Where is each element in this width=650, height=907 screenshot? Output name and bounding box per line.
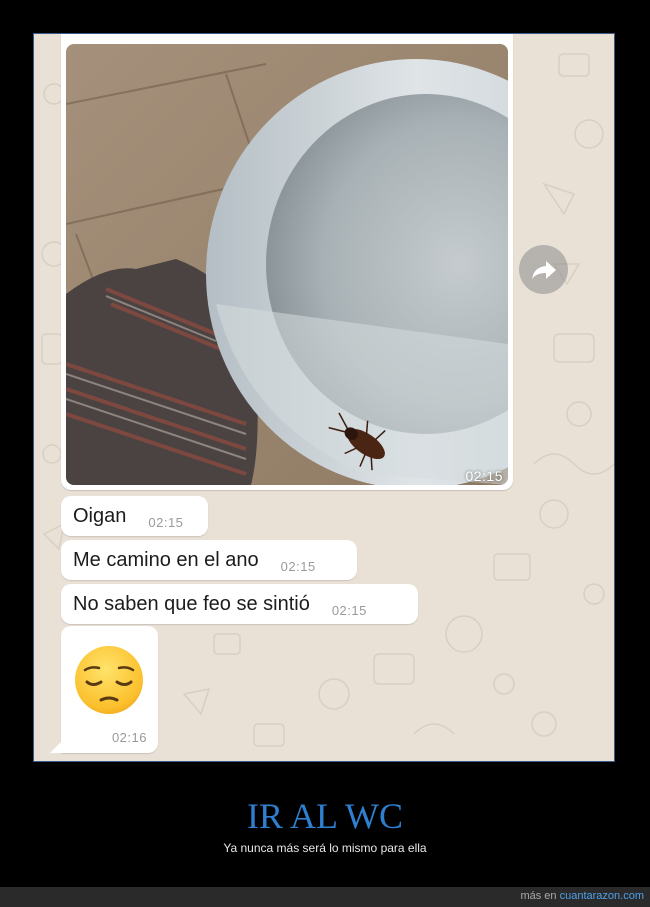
pensive-face-emoji-icon	[75, 646, 143, 714]
site-link[interactable]: cuantarazon.com	[560, 890, 644, 902]
toilet-photo[interactable]	[66, 44, 508, 485]
post-title: IR AL WC	[246, 796, 403, 836]
emoji-message[interactable]: 02:16	[50, 626, 158, 753]
footer-prefix: más en	[520, 890, 557, 902]
message-text: Me camino en el ano	[73, 548, 259, 571]
message-time: 02:15	[148, 514, 184, 530]
chat-panel: 02:15 Oigan 02:15 Me camino en el ano 02…	[33, 33, 615, 762]
post-subtitle: Ya nunca más será lo mismo para ella	[223, 841, 427, 855]
message-bubble[interactable]: Oigan 02:15	[61, 496, 208, 536]
message-time: 02:16	[111, 730, 147, 745]
image-timestamp: 02:15	[465, 468, 503, 484]
message-bubble[interactable]: Me camino en el ano 02:15	[61, 540, 357, 580]
forward-button[interactable]	[519, 245, 568, 294]
footer-bar: más en cuantarazon.com	[0, 887, 650, 907]
message-text: Oigan	[73, 504, 127, 527]
message-bubble[interactable]: No saben que feo se sintió 02:15	[61, 584, 418, 624]
message-time: 02:15	[280, 558, 316, 574]
image-message[interactable]: 02:15	[61, 34, 513, 490]
footer-credit: más en cuantarazon.com	[520, 890, 644, 902]
message-text: No saben que feo se sintió	[73, 592, 310, 615]
message-time: 02:15	[331, 602, 367, 618]
forward-arrow-icon	[531, 260, 556, 279]
